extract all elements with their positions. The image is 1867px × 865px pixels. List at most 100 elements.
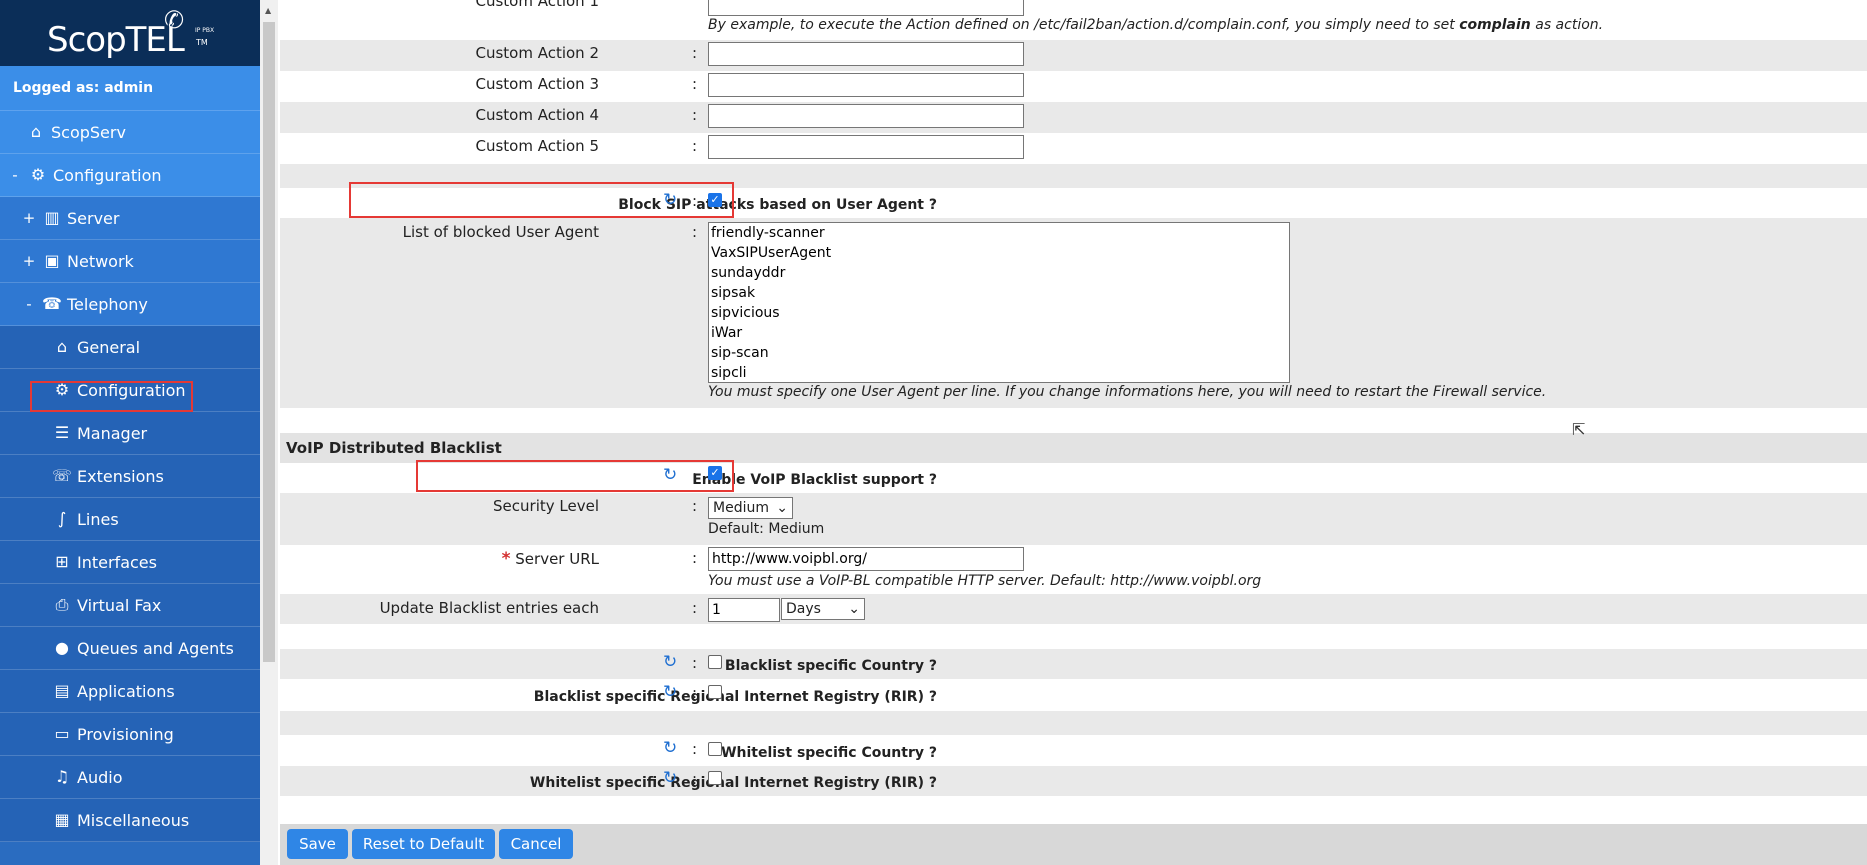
spacer-row (280, 796, 1867, 824)
sidebar-item-interfaces[interactable]: ⊞ Interfaces (0, 541, 260, 584)
security-level-default: Default: Medium (708, 521, 825, 537)
update-each-label: Update Blacklist entries each (379, 599, 599, 617)
collapse-toggle[interactable]: - (8, 166, 22, 184)
custom-action-3-row: Custom Action 3 : (280, 71, 1867, 102)
sidebar-item-applications[interactable]: ▤ Applications (0, 670, 260, 713)
colon: : (692, 497, 698, 515)
section-title: VoIP Distributed Blacklist (286, 439, 502, 457)
sidebar-item-queues-agents[interactable]: ● Queues and Agents (0, 627, 260, 670)
cancel-button[interactable]: Cancel (499, 829, 573, 859)
music-note-icon: ♫ (54, 767, 70, 786)
server-url-row: * Server URL : You must use a VoIP-BL co… (280, 545, 1867, 594)
sidebar-item-label: Virtual Fax (77, 595, 162, 615)
expand-toggle[interactable]: + (22, 209, 36, 227)
blocked-ua-help: You must specify one User Agent per line… (708, 384, 1547, 400)
sidebar-item-server[interactable]: + ▥ Server (0, 197, 260, 240)
server-url-input[interactable] (708, 547, 1024, 571)
sidebar-item-label: Lines (77, 509, 119, 529)
colon: : (692, 75, 698, 93)
sidebar-item-manager[interactable]: ☰ Manager (0, 412, 260, 455)
phone-handset-icon: ☏ (52, 466, 73, 485)
phone-icon: ✆ (164, 6, 185, 34)
spacer-row (280, 711, 1867, 735)
colon: : (692, 44, 698, 62)
person-icon: ● (55, 638, 69, 657)
wl-rir-checkbox[interactable] (708, 771, 722, 785)
folder-icon: ▤ (54, 681, 70, 700)
colon: : (692, 599, 698, 617)
sidebar-item-telephony[interactable]: - ☎ Telephony (0, 283, 260, 326)
wl-country-checkbox[interactable] (708, 742, 722, 756)
update-unit-select[interactable]: Days ⌄ (781, 598, 865, 620)
sidebar-item-label: Telephony (67, 294, 148, 314)
custom-action-2-input[interactable] (708, 42, 1024, 66)
scrollbar[interactable]: ▲ (260, 0, 278, 865)
server-url-help: You must use a VoIP-BL compatible HTTP s… (708, 573, 1262, 589)
custom-action-1-row: Custom Action 1 By example, to execute t… (280, 0, 1867, 40)
security-level-row: Security Level : Medium ⌄ Default: Medium (280, 493, 1867, 545)
bl-country-checkbox[interactable] (708, 655, 722, 669)
sidebar-item-label: Queues and Agents (77, 638, 234, 658)
sidebar-item-label: Interfaces (77, 552, 157, 572)
sidebar-item-label: Audio (77, 767, 123, 787)
save-button[interactable]: Save (287, 829, 348, 859)
sidebar-item-audio[interactable]: ♫ Audio (0, 756, 260, 799)
security-level-select[interactable]: Medium ⌄ (708, 497, 793, 519)
highlight-box-configuration (30, 381, 193, 412)
sidebar-item-provisioning[interactable]: ▭ Provisioning (0, 713, 260, 756)
sidebar-item-label: Provisioning (77, 724, 174, 744)
sidebar-item-extensions[interactable]: ☏ Extensions (0, 455, 260, 498)
sidebar-item-general[interactable]: ⌂ General (0, 326, 260, 369)
custom-action-5-row: Custom Action 5 : (280, 133, 1867, 164)
custom-action-4-row: Custom Action 4 : (280, 102, 1867, 133)
list-icon: ☰ (54, 423, 70, 442)
server-icon: ▥ (44, 208, 60, 227)
sidebar-item-network[interactable]: + ▣ Network (0, 240, 260, 283)
scroll-thumb[interactable] (263, 22, 275, 662)
custom-action-3-label: Custom Action 3 (475, 75, 599, 93)
sidebar-item-miscellaneous[interactable]: ▦ Miscellaneous (0, 799, 260, 842)
brand-subtitle: IP PBX (195, 27, 215, 34)
custom-action-5-input[interactable] (708, 135, 1024, 159)
sidebar-item-lines[interactable]: ∫ Lines (0, 498, 260, 541)
reset-default-button[interactable]: Reset to Default (352, 829, 495, 859)
blocked-ua-textarea[interactable]: friendly-scanner VaxSIPUserAgent sundayd… (708, 222, 1290, 383)
scroll-up-arrow-icon[interactable]: ▲ (265, 6, 271, 15)
refresh-icon[interactable]: ↻ (663, 738, 677, 758)
bl-country-label: Blacklist specific Country ? (724, 658, 937, 674)
expand-toggle[interactable]: + (22, 252, 36, 270)
custom-action-5-label: Custom Action 5 (475, 137, 599, 155)
refresh-icon[interactable]: ↻ (663, 682, 677, 702)
security-level-label: Security Level (493, 497, 599, 515)
sidebar-item-configuration[interactable]: - ⚙ Configuration (0, 154, 260, 197)
sidebar-item-scopserv[interactable]: ⌂ ScopServ (0, 111, 260, 154)
refresh-icon[interactable]: ↻ (663, 768, 677, 788)
chevron-down-icon: ⌄ (776, 500, 788, 516)
custom-action-3-input[interactable] (708, 73, 1024, 97)
sidebar-item-virtual-fax[interactable]: ⎙ Virtual Fax (0, 584, 260, 627)
custom-action-2-row: Custom Action 2 : (280, 40, 1867, 71)
bl-rir-label: Blacklist specific Regional Internet Reg… (533, 689, 937, 705)
collapse-toggle[interactable]: - (22, 295, 36, 313)
bl-country-row: Blacklist specific Country ? ↻ : (280, 649, 1867, 679)
colon: : (692, 106, 698, 124)
colon: : (692, 223, 698, 241)
required-mark: * (501, 549, 511, 569)
monitor-icon: ▭ (54, 724, 70, 743)
logged-as: Logged as: admin (0, 66, 260, 111)
telephone-icon: ☎ (42, 294, 62, 313)
bl-rir-checkbox[interactable] (708, 685, 722, 699)
sidebar-item-label: Extensions (77, 466, 164, 486)
colon: : (692, 137, 698, 155)
custom-action-4-input[interactable] (708, 104, 1024, 128)
sidebar-item-label: ScopServ (51, 122, 126, 142)
update-each-input[interactable] (708, 598, 780, 622)
colon: : (692, 549, 698, 567)
custom-action-1-input[interactable] (708, 0, 1024, 16)
sidebar-item-label: General (77, 337, 141, 357)
spacer-row (280, 408, 1867, 433)
sidebar-item-label: Applications (77, 681, 175, 701)
sidebar-item-label: Manager (77, 423, 148, 443)
custom-action-1-label: Custom Action 1 (475, 0, 599, 10)
refresh-icon[interactable]: ↻ (663, 652, 677, 672)
